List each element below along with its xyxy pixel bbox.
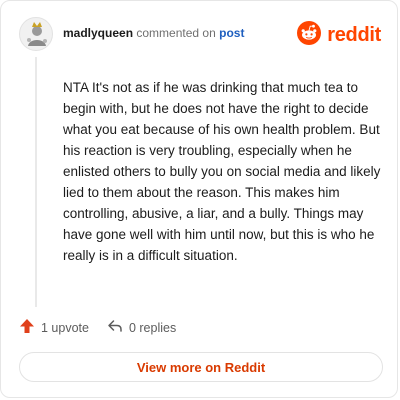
- user-avatar[interactable]: [19, 17, 53, 51]
- username[interactable]: madlyqueen: [63, 26, 133, 40]
- comment-body: NTA It's not as if he was drinking that …: [63, 80, 381, 263]
- reddit-wordmark: reddit: [327, 24, 381, 46]
- reddit-comment-card: madlyqueen commented on post reddit NTA …: [0, 0, 398, 398]
- upvote-count: 1 upvote: [41, 320, 89, 335]
- reddit-logo-icon: [297, 21, 322, 50]
- comment-actions: 1 upvote 0 replies: [19, 318, 176, 337]
- post-link[interactable]: post: [219, 26, 244, 40]
- reddit-brand[interactable]: reddit: [297, 21, 381, 50]
- reply-count: 0 replies: [128, 320, 177, 335]
- upvote-arrow-icon[interactable]: [19, 318, 35, 337]
- comment-header: madlyqueen commented on post: [63, 25, 244, 41]
- view-more-button[interactable]: View more on Reddit: [19, 352, 383, 382]
- reply-arrow-icon[interactable]: [107, 318, 123, 337]
- reply-action[interactable]: 0 replies: [107, 318, 176, 337]
- thread-line: [35, 57, 37, 307]
- commented-on-text: commented on: [136, 26, 216, 40]
- upvote-action[interactable]: 1 upvote: [19, 318, 89, 337]
